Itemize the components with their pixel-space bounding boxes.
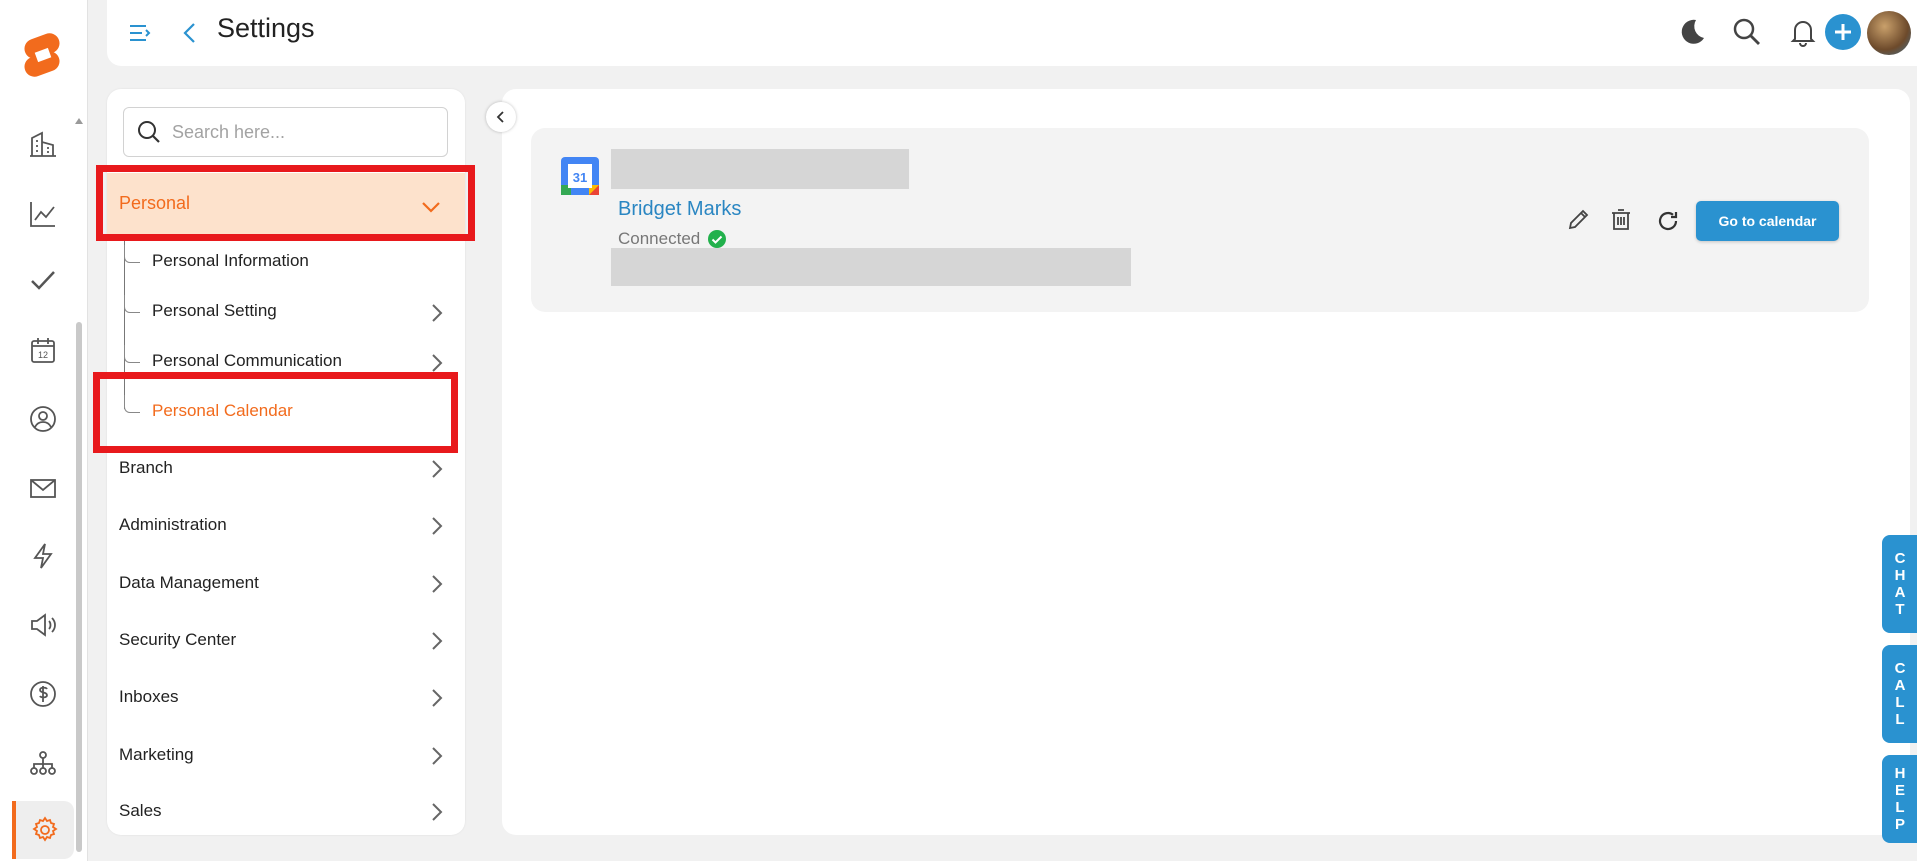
sidebar-group-inboxes[interactable]: Inboxes xyxy=(107,673,465,721)
delete-button[interactable] xyxy=(1606,204,1636,234)
svg-text:12: 12 xyxy=(38,350,48,360)
chevron-right-icon xyxy=(432,575,443,593)
sidebar-group-label: Inboxes xyxy=(119,687,179,706)
left-rail: 12 xyxy=(0,0,88,861)
call-tab[interactable]: C A L L xyxy=(1882,645,1917,743)
sidebar-item-personal-information[interactable]: Personal Information xyxy=(107,239,465,285)
menu-toggle-icon[interactable] xyxy=(127,20,153,46)
sidebar-group-label: Security Center xyxy=(119,630,237,649)
sidebar-group-sales[interactable]: Sales xyxy=(107,787,465,835)
sidebar-group-security-center[interactable]: Security Center xyxy=(107,616,465,664)
sidebar-group-data-management[interactable]: Data Management xyxy=(107,559,465,607)
chat-tab[interactable]: C H A T xyxy=(1882,535,1917,633)
redacted-block xyxy=(611,248,1131,286)
tab-letter: A xyxy=(1894,584,1906,601)
tab-letter: E xyxy=(1894,782,1905,799)
status-text: Connected xyxy=(618,229,701,248)
app-logo[interactable] xyxy=(18,32,68,82)
sidebar-item-label: Personal Setting xyxy=(152,301,277,320)
tab-letter: A xyxy=(1894,677,1906,694)
google-calendar-icon: 31 xyxy=(561,157,599,195)
mail-icon[interactable] xyxy=(24,469,62,507)
dollar-icon[interactable] xyxy=(24,675,62,713)
check-icon[interactable] xyxy=(24,262,62,300)
scroll-up-arrow[interactable] xyxy=(75,118,83,124)
tree-hook xyxy=(124,345,140,363)
tab-letter: H xyxy=(1894,765,1906,782)
sidebar-group-label: Sales xyxy=(119,801,162,820)
chevron-right-icon xyxy=(432,747,443,765)
search-icon xyxy=(138,121,160,143)
building-icon[interactable] xyxy=(24,125,62,163)
page-title: Settings xyxy=(217,13,315,43)
refresh-icon xyxy=(1658,211,1678,231)
account-name-link[interactable]: Bridget Marks xyxy=(618,198,741,221)
bell-icon[interactable] xyxy=(1785,14,1821,50)
refresh-button[interactable] xyxy=(1653,206,1683,236)
highlight-box-personal xyxy=(96,165,475,241)
search-icon[interactable] xyxy=(1729,14,1765,50)
help-tab[interactable]: H E L P xyxy=(1882,755,1917,843)
search-field[interactable] xyxy=(123,107,448,157)
top-bar: Settings xyxy=(107,0,1917,66)
sidebar-group-marketing[interactable]: Marketing xyxy=(107,731,465,779)
hierarchy-icon[interactable] xyxy=(24,744,62,782)
sidebar-group-administration[interactable]: Administration xyxy=(107,501,465,549)
sidebar-item-personal-setting[interactable]: Personal Setting xyxy=(107,289,465,335)
plus-icon xyxy=(1835,24,1851,40)
user-circle-icon[interactable] xyxy=(24,400,62,438)
edit-button[interactable] xyxy=(1564,204,1594,234)
google-calendar-icon-text: 31 xyxy=(573,170,587,185)
rail-scrollbar[interactable] xyxy=(76,322,82,852)
search-input[interactable] xyxy=(172,121,432,143)
moon-icon[interactable] xyxy=(1674,14,1710,50)
tab-letter: C xyxy=(1894,550,1906,567)
calendar-account-card: 31 Bridget Marks Connected Go to calenda… xyxy=(531,128,1869,312)
tab-letter: H xyxy=(1894,567,1906,584)
tab-letter: L xyxy=(1895,694,1905,711)
sidebar-item-label: Personal Information xyxy=(152,251,309,270)
sidebar-group-label: Administration xyxy=(119,515,227,534)
sidebar-group-label: Marketing xyxy=(119,745,194,764)
sidebar-item-label: Personal Communication xyxy=(152,351,342,370)
tab-letter: P xyxy=(1894,816,1905,833)
highlight-box-personal-calendar xyxy=(93,372,458,453)
redacted-block xyxy=(611,149,909,189)
chevron-right-icon xyxy=(432,460,443,478)
tree-hook xyxy=(124,245,140,263)
avatar[interactable] xyxy=(1867,11,1911,55)
chevron-right-icon xyxy=(432,304,443,322)
connection-status: Connected xyxy=(618,229,727,249)
gear-icon[interactable] xyxy=(12,801,74,859)
tab-letter: L xyxy=(1895,799,1905,816)
add-button[interactable] xyxy=(1825,14,1861,50)
chart-line-icon[interactable] xyxy=(24,195,62,233)
sidebar-group-label: Branch xyxy=(119,458,173,477)
chevron-left-icon xyxy=(496,111,504,123)
pencil-icon xyxy=(1568,209,1589,230)
megaphone-icon[interactable] xyxy=(24,606,62,644)
tree-hook xyxy=(124,295,140,313)
calendar-icon[interactable]: 12 xyxy=(24,331,62,369)
bolt-icon[interactable] xyxy=(24,537,62,575)
back-chevron-icon[interactable] xyxy=(177,20,203,46)
tab-letter: T xyxy=(1895,601,1905,618)
tab-letter: L xyxy=(1895,711,1905,728)
collapse-sidebar-button[interactable] xyxy=(486,102,516,132)
chevron-right-icon xyxy=(432,803,443,821)
chevron-right-icon xyxy=(432,632,443,650)
sidebar-group-label: Data Management xyxy=(119,573,259,592)
chevron-right-icon xyxy=(432,689,443,707)
go-to-calendar-button[interactable]: Go to calendar xyxy=(1696,201,1839,241)
check-circle-icon xyxy=(708,230,727,248)
tab-letter: C xyxy=(1894,660,1906,677)
chevron-right-icon xyxy=(432,517,443,535)
trash-icon xyxy=(1612,209,1630,230)
